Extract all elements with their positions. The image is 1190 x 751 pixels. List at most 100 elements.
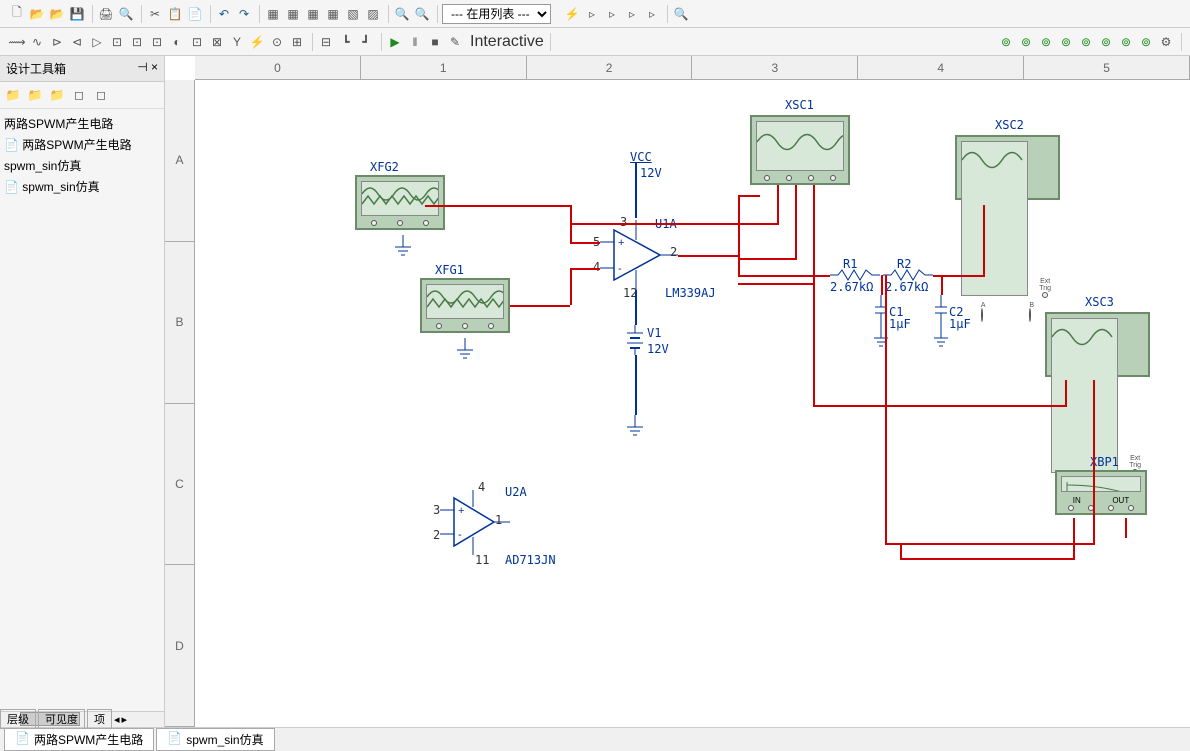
- probe1-icon[interactable]: ⚡: [563, 5, 581, 23]
- sim-control-group: ▶ ‖ ■ ✎ Interactive: [386, 33, 551, 51]
- inst-fg-icon[interactable]: ⊚: [1017, 33, 1035, 51]
- zoomin-icon[interactable]: 🔍: [393, 5, 411, 23]
- inuse-dropdown[interactable]: --- 在用列表 ---: [442, 4, 551, 24]
- sb-tool2-icon[interactable]: 📁: [26, 86, 44, 104]
- tab[interactable]: 📄 两路SPWM产生电路: [4, 728, 154, 751]
- comp-misc-icon[interactable]: ⊡: [148, 33, 166, 51]
- comp-conn-icon[interactable]: ⊙: [268, 33, 286, 51]
- copy-icon[interactable]: 📋: [166, 5, 184, 23]
- comp-elec-icon[interactable]: ⚡: [248, 33, 266, 51]
- interactive-icon[interactable]: ✎: [446, 33, 464, 51]
- comp-basic-icon[interactable]: ∿: [28, 33, 46, 51]
- print-icon[interactable]: 🖨: [97, 5, 115, 23]
- tree-item[interactable]: 📄 两路SPWM产生电路: [4, 134, 160, 155]
- redo-icon[interactable]: ↷: [235, 5, 253, 23]
- comp-source-icon[interactable]: ⟿: [8, 33, 26, 51]
- sidebar-tools: 📁 📁 📁 ◻ ◻: [0, 82, 164, 109]
- inst-la-icon[interactable]: ⊚: [1117, 33, 1135, 51]
- status-tab[interactable]: 层级: [0, 709, 36, 729]
- status-nav-left-icon[interactable]: ◂: [114, 713, 120, 726]
- file-group: 🗋 📂 📂 💾: [8, 5, 93, 23]
- open2-icon[interactable]: 📂: [48, 5, 66, 23]
- preview-icon[interactable]: 🔍: [117, 5, 135, 23]
- save-icon[interactable]: 💾: [68, 5, 86, 23]
- sb-tool3-icon[interactable]: 📁: [48, 86, 66, 104]
- status-tab[interactable]: 可见度: [38, 709, 85, 729]
- capacitor-c2[interactable]: [935, 295, 947, 330]
- new-icon[interactable]: 🗋: [8, 5, 26, 23]
- open-icon[interactable]: 📂: [28, 5, 46, 23]
- r1-value: 2.67kΩ: [830, 280, 873, 294]
- schematic-canvas[interactable]: XFG2 XFG1 VCC 12V: [195, 80, 1190, 727]
- comp-mixed-icon[interactable]: ◐: [168, 33, 186, 51]
- sb-tool1-icon[interactable]: 📁: [4, 86, 22, 104]
- comp-power-icon[interactable]: ⊠: [208, 33, 226, 51]
- xsc1-label: XSC1: [785, 98, 814, 112]
- comp-ttl-icon[interactable]: ⊡: [108, 33, 126, 51]
- components-group: ⟿ ∿ ⊳ ⊲ ▷ ⊡ ⊡ ⊡ ◐ ⊡ ⊠ Y ⚡ ⊙ ⊞: [8, 33, 313, 51]
- tree-item[interactable]: 📄 spwm_sin仿真: [4, 176, 160, 197]
- inst-settings-icon[interactable]: ⚙: [1157, 33, 1175, 51]
- undo-icon[interactable]: ↶: [215, 5, 233, 23]
- ground-icon: [931, 330, 951, 350]
- main-area: 设计工具箱 ⊣ × 📁 📁 📁 ◻ ◻ 两路SPWM产生电路 📄 两路SPWM产…: [0, 56, 1190, 727]
- status-nav-right-icon[interactable]: ▸: [122, 713, 128, 726]
- view3-icon[interactable]: ▦: [304, 5, 322, 23]
- oscilloscope-xsc1[interactable]: [750, 115, 850, 185]
- interactive-label: Interactive: [470, 33, 544, 51]
- hier1-icon[interactable]: ⊟: [317, 33, 335, 51]
- paste-icon[interactable]: 📄: [186, 5, 204, 23]
- view2-icon[interactable]: ▦: [284, 5, 302, 23]
- probe3-icon[interactable]: ▹: [603, 5, 621, 23]
- sidebar-pin-icon[interactable]: ⊣: [137, 60, 147, 74]
- inst-osc-icon[interactable]: ⊚: [1057, 33, 1075, 51]
- sidebar-close-icon[interactable]: ×: [151, 60, 158, 74]
- inst-bode-icon[interactable]: ⊚: [1077, 33, 1095, 51]
- inst-wa-icon[interactable]: ⊚: [1097, 33, 1115, 51]
- function-generator-xfg1[interactable]: [420, 278, 510, 333]
- tab[interactable]: 📄 spwm_sin仿真: [156, 728, 274, 751]
- probe-group: ⚡ ▹ ▹ ▹ ▹: [563, 5, 668, 23]
- oscilloscope-xsc3[interactable]: Ext Trig A B: [1045, 312, 1150, 377]
- view5-icon[interactable]: ▧: [344, 5, 362, 23]
- tree-item[interactable]: spwm_sin仿真: [4, 155, 160, 176]
- pause-icon[interactable]: ‖: [406, 33, 424, 51]
- comp-diode-icon[interactable]: ⊳: [48, 33, 66, 51]
- comp-cmos-icon[interactable]: ⊡: [128, 33, 146, 51]
- zoomout-icon[interactable]: 🔍: [413, 5, 431, 23]
- tree-item[interactable]: 两路SPWM产生电路: [4, 113, 160, 134]
- probe5-icon[interactable]: ▹: [643, 5, 661, 23]
- comp-transistor-icon[interactable]: ⊲: [68, 33, 86, 51]
- comp-rf-icon[interactable]: Y: [228, 33, 246, 51]
- bode-plotter-xbp1[interactable]: INOUT: [1055, 470, 1147, 515]
- inst-wm-icon[interactable]: ⊚: [1037, 33, 1055, 51]
- ruler-col: 2: [527, 56, 693, 79]
- view4-icon[interactable]: ▦: [324, 5, 342, 23]
- sb-tool4-icon[interactable]: ◻: [70, 86, 88, 104]
- cut-icon[interactable]: ✂: [146, 5, 164, 23]
- inst-mm-icon[interactable]: ⊚: [997, 33, 1015, 51]
- play-icon[interactable]: ▶: [386, 33, 404, 51]
- xfg1-label: XFG1: [435, 263, 464, 277]
- hier3-icon[interactable]: ┛: [357, 33, 375, 51]
- oscilloscope-xsc2[interactable]: Ext Trig A B: [955, 135, 1060, 200]
- ground-icon: [625, 415, 645, 440]
- status-tab[interactable]: 项: [87, 709, 112, 729]
- probe2-icon[interactable]: ▹: [583, 5, 601, 23]
- probe4-icon[interactable]: ▹: [623, 5, 641, 23]
- inst-lc-icon[interactable]: ⊚: [1137, 33, 1155, 51]
- comp-ind-icon[interactable]: ⊡: [188, 33, 206, 51]
- stop-icon[interactable]: ■: [426, 33, 444, 51]
- sb-tool5-icon[interactable]: ◻: [92, 86, 110, 104]
- comp-nimcu-icon[interactable]: ⊞: [288, 33, 306, 51]
- view1-icon[interactable]: ▦: [264, 5, 282, 23]
- u2a-part: AD713JN: [505, 553, 556, 567]
- svg-text:+: +: [458, 505, 464, 517]
- battery-v1[interactable]: [625, 325, 645, 355]
- tab-label: 两路SPWM产生电路: [34, 731, 143, 748]
- hier2-icon[interactable]: ┗: [337, 33, 355, 51]
- comp-analog-icon[interactable]: ▷: [88, 33, 106, 51]
- view6-icon[interactable]: ▨: [364, 5, 382, 23]
- help-icon[interactable]: 🔍: [672, 5, 690, 23]
- function-generator-xfg2[interactable]: [355, 175, 445, 230]
